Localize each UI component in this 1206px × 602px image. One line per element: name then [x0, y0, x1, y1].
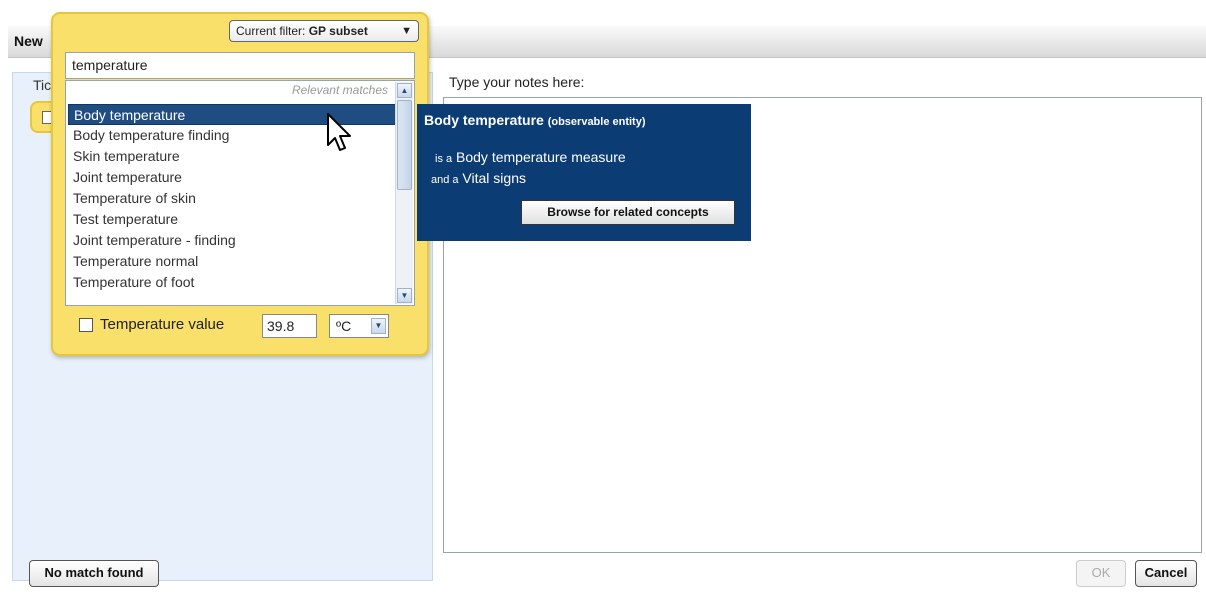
concept-qualifier: (observable entity) [547, 116, 646, 128]
list-item[interactable]: Test temperature [68, 209, 396, 230]
list-item[interactable]: Joint temperature - finding [68, 230, 396, 251]
dropdown-arrow-icon: ▼ [401, 25, 412, 37]
matches-list[interactable]: Relevant matches Body temperature Body t… [65, 80, 415, 306]
relation-prefix: and a [431, 174, 459, 186]
concept-lookup-popup: Current filter: GP subset ▼ temperature … [51, 12, 429, 356]
relation-line-2: and a Vital signs [431, 170, 526, 186]
list-item[interactable]: Temperature of skin [68, 188, 396, 209]
concept-info-panel: Body temperature (observable entity) is … [417, 104, 751, 241]
temperature-value-label: Temperature value [100, 316, 225, 333]
list-item[interactable]: Temperature normal [68, 251, 396, 272]
filter-value: GP subset [308, 24, 368, 38]
concept-name: Body temperature [424, 112, 544, 128]
list-item[interactable]: Joint temperature [68, 167, 396, 188]
concept-title: Body temperature (observable entity) [424, 112, 646, 128]
temperature-unit-select[interactable]: ºC ▼ [329, 314, 389, 338]
search-input[interactable]: temperature [65, 52, 415, 79]
browse-related-button[interactable]: Browse for related concepts [521, 200, 735, 225]
scrollbar-thumb[interactable] [397, 100, 412, 190]
filter-dropdown[interactable]: Current filter: GP subset ▼ [229, 20, 419, 42]
chevron-down-icon[interactable]: ▼ [371, 318, 386, 334]
window-title: New [14, 33, 43, 49]
scroll-up-icon[interactable]: ▲ [397, 83, 412, 98]
ok-button[interactable]: OK [1076, 560, 1126, 587]
list-item[interactable]: Temperature of foot [68, 272, 396, 293]
relation-line-1: is a Body temperature measure [435, 149, 626, 165]
relation-value: Body temperature measure [456, 149, 626, 165]
relation-value: Vital signs [462, 170, 526, 186]
no-match-button[interactable]: No match found [29, 560, 159, 587]
temperature-unit-value: ºC [336, 318, 352, 334]
mouse-pointer-icon [327, 113, 351, 151]
left-panel-hint: Tic [33, 77, 52, 93]
cancel-button[interactable]: Cancel [1135, 560, 1197, 587]
relevant-matches-label: Relevant matches [291, 83, 388, 97]
temperature-value-checkbox[interactable] [79, 318, 93, 332]
relation-prefix: is a [435, 153, 453, 165]
filter-prefix: Current filter: [236, 24, 306, 38]
list-scrollbar[interactable]: ▲ ▼ [395, 82, 413, 304]
notes-label: Type your notes here: [449, 74, 585, 90]
temperature-value-input[interactable]: 39.8 [262, 314, 317, 338]
scroll-down-icon[interactable]: ▼ [397, 288, 412, 303]
